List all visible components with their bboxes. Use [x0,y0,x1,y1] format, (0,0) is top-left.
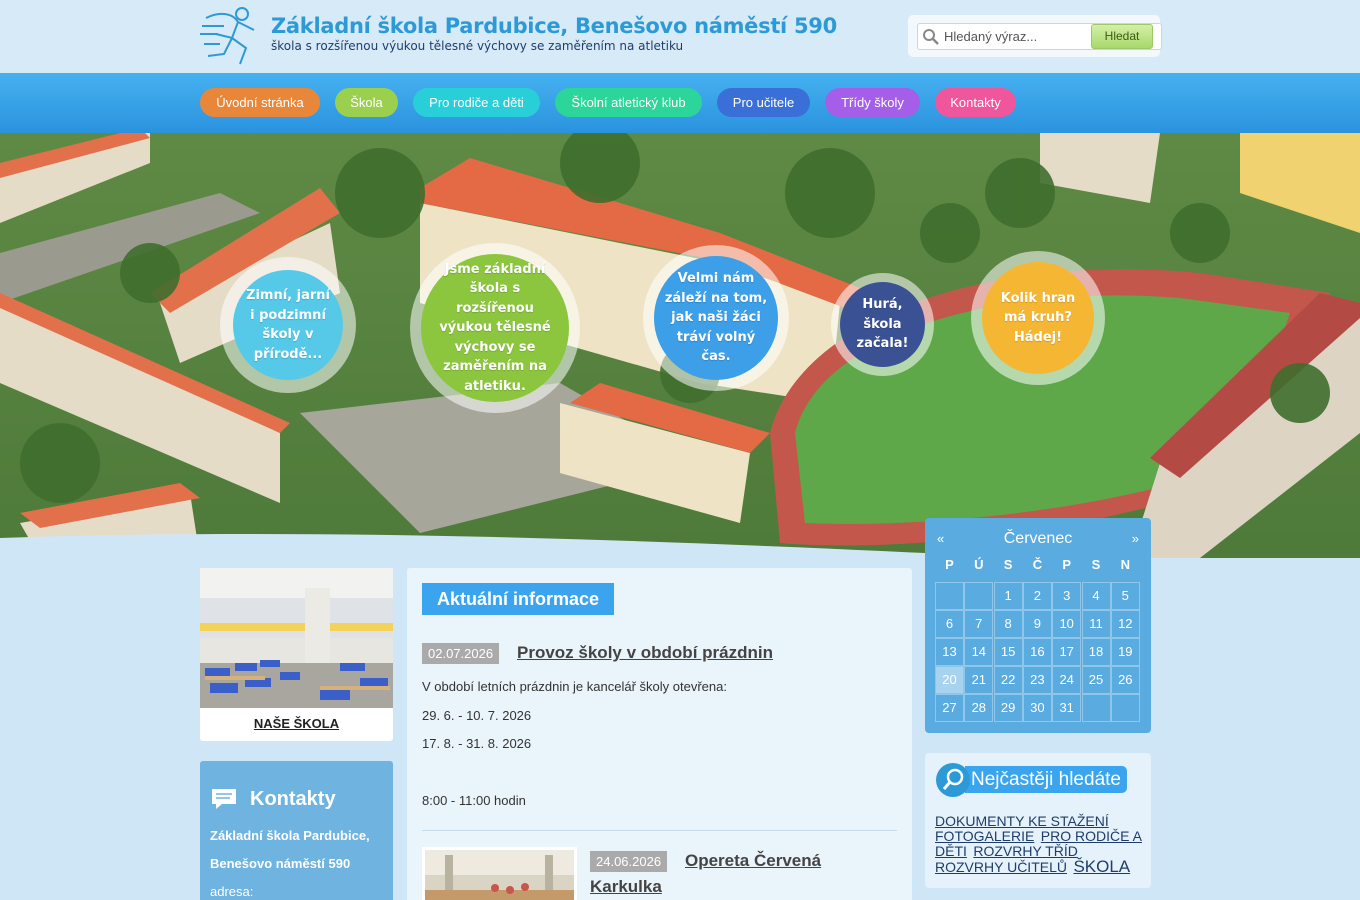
speech-bubble-icon [212,789,236,809]
calendar-weekday: S [1091,557,1101,572]
calendar-month: Červenec [1003,530,1073,547]
nav-item-athletic-club[interactable]: Školní atletický klub [555,88,702,117]
article-title-link[interactable]: Opereta Červená [685,851,821,871]
calendar-weekday: P [945,557,954,572]
nav-item-home[interactable]: Úvodní stránka [200,88,320,117]
calendar-empty-cell [964,582,994,610]
hero-banner: Zimní, jarní i podzimní školy v přírodě.… [0,133,1360,558]
site-title[interactable]: Základní škola Pardubice, Benešovo náměs… [271,14,837,38]
calendar-day[interactable]: 8 [993,610,1023,638]
calendar-widget: « Červenec » P Ú S Č P S N 1 2 3 4 5 6 7 8 9 10 11 12 13 14 1… [925,518,1151,733]
calendar-day[interactable]: 28 [964,694,994,722]
calendar-day[interactable]: 30 [1022,694,1052,722]
calendar-day[interactable]: 25 [1081,666,1111,694]
contacts-address-label: adresa: [210,884,254,899]
contacts-school-name: Základní škola Pardubice, [210,828,370,843]
our-school-link[interactable]: NAŠE ŠKOLA [200,716,393,731]
most-searched-title: Nejčastěji hledáte [965,766,1127,793]
article-title-link[interactable]: Provoz školy v období prázdnin [517,643,773,663]
calendar-weekday: P [1062,557,1072,572]
calendar-day[interactable]: 22 [993,666,1023,694]
article-date: 02.07.2026 [422,643,500,664]
calendar-day[interactable]: 10 [1052,610,1082,638]
calendar-weekday: N [1120,557,1130,572]
news-heading: Aktuální informace [422,583,615,615]
bubble-free-time[interactable]: Velmi nám záleží na tom, jak naši žáci t… [654,256,778,380]
contacts-card: Kontakty Základní škola Pardubice, Beneš… [200,761,393,900]
calendar-day[interactable]: 4 [1081,582,1111,610]
calendar-day[interactable]: 17 [1052,638,1082,666]
bubble-nature-schools[interactable]: Zimní, jarní i podzimní školy v přírodě.… [233,270,343,380]
bubble-school-started[interactable]: Hurá, škola začala! [840,282,925,367]
tag-link[interactable]: ŠKOLA [1073,857,1130,876]
article-thumbnail[interactable] [422,847,577,900]
bubble-about-school[interactable]: Jsme základní škola s rozšířenou výukou … [421,254,569,402]
calendar-day[interactable]: 15 [993,638,1023,666]
calendar-day[interactable]: 9 [1022,610,1052,638]
contacts-title: Kontakty [250,788,336,810]
nav-item-parents[interactable]: Pro rodiče a děti [413,88,540,117]
runner-logo-icon[interactable] [198,4,264,68]
calendar-weekday: S [1003,557,1013,572]
calendar-day[interactable]: 20 [935,666,964,694]
calendar-day[interactable]: 13 [935,638,964,666]
site-header: Základní škola Pardubice, Benešovo náměs… [0,0,1360,73]
search-input[interactable] [944,24,1084,48]
contacts-school-address: Benešovo náměstí 590 [210,856,351,871]
calendar-day[interactable]: 31 [1052,694,1082,722]
search-box: Hledat [908,15,1162,57]
calendar-day[interactable]: 5 [1110,582,1140,610]
article-text: 17. 8. - 31. 8. 2026 [422,736,532,751]
calendar-empty-cell [1110,694,1140,722]
calendar-day[interactable]: 24 [1052,666,1082,694]
calendar-day[interactable]: 29 [993,694,1023,722]
nav-item-classes[interactable]: Třídy školy [825,88,920,117]
calendar-weekday: Ú [974,557,984,572]
nav-item-school[interactable]: Škola [335,88,398,117]
article-divider [422,830,897,831]
classroom-photo[interactable] [200,568,393,708]
calendar-weekday: Č [1032,557,1043,572]
tag-link[interactable]: DOKUMENTY KE STAŽENÍ [935,813,1109,829]
most-searched-box: Nejčastěji hledáte DOKUMENTY KE STAŽENÍ … [925,753,1151,888]
article-title-link[interactable]: Karkulka [590,877,662,897]
site-subtitle: škola s rozšířenou výukou tělesné výchov… [271,39,684,53]
gym-photo [425,850,574,900]
magnifier-icon [936,763,970,797]
bubble-riddle[interactable]: Kolik hran má kruh? Hádej! [982,262,1094,374]
calendar-day[interactable]: 11 [1081,610,1111,638]
calendar-day[interactable]: 7 [964,610,994,638]
article-text: 8:00 - 11:00 hodin [422,793,526,808]
calendar-day[interactable]: 23 [1022,666,1052,694]
calendar-day[interactable]: 1 [993,582,1023,610]
search-tags: DOKUMENTY KE STAŽENÍ FOTOGALERIE PRO ROD… [935,813,1145,876]
our-school-card[interactable]: NAŠE ŠKOLA [200,568,393,741]
search-icon [923,29,939,45]
calendar-day[interactable]: 26 [1110,666,1140,694]
calendar-day[interactable]: 2 [1022,582,1052,610]
calendar-empty-cell [935,582,964,610]
calendar-day[interactable]: 19 [1110,638,1140,666]
calendar-day[interactable]: 27 [935,694,964,722]
calendar-day[interactable]: 21 [964,666,994,694]
calendar-day[interactable]: 18 [1081,638,1111,666]
article-text: V období letních prázdnin je kancelář šk… [422,679,727,694]
main-navigation: Úvodní stránka Škola Pro rodiče a děti Š… [0,73,1360,133]
calendar-day[interactable]: 14 [964,638,994,666]
calendar-day[interactable]: 12 [1110,610,1140,638]
calendar-day[interactable]: 3 [1052,582,1082,610]
news-section: Aktuální informace 02.07.2026 Provoz ško… [407,568,912,900]
tag-link[interactable]: FOTOGALERIE [935,828,1034,844]
article-date: 24.06.2026 [590,851,668,872]
calendar-day[interactable]: 16 [1022,638,1052,666]
search-button[interactable]: Hledat [1091,24,1153,49]
article-text: 29. 6. - 10. 7. 2026 [422,708,532,723]
calendar-empty-cell [1081,694,1111,722]
tag-link[interactable]: ROZVRHY UČITELŮ [935,859,1067,875]
calendar-next-button[interactable]: » [1132,531,1139,546]
tag-link[interactable]: ROZVRHY TŘÍD [973,843,1078,859]
calendar-day[interactable]: 6 [935,610,964,638]
nav-item-contacts[interactable]: Kontakty [935,88,1016,117]
nav-item-teachers[interactable]: Pro učitele [717,88,810,117]
